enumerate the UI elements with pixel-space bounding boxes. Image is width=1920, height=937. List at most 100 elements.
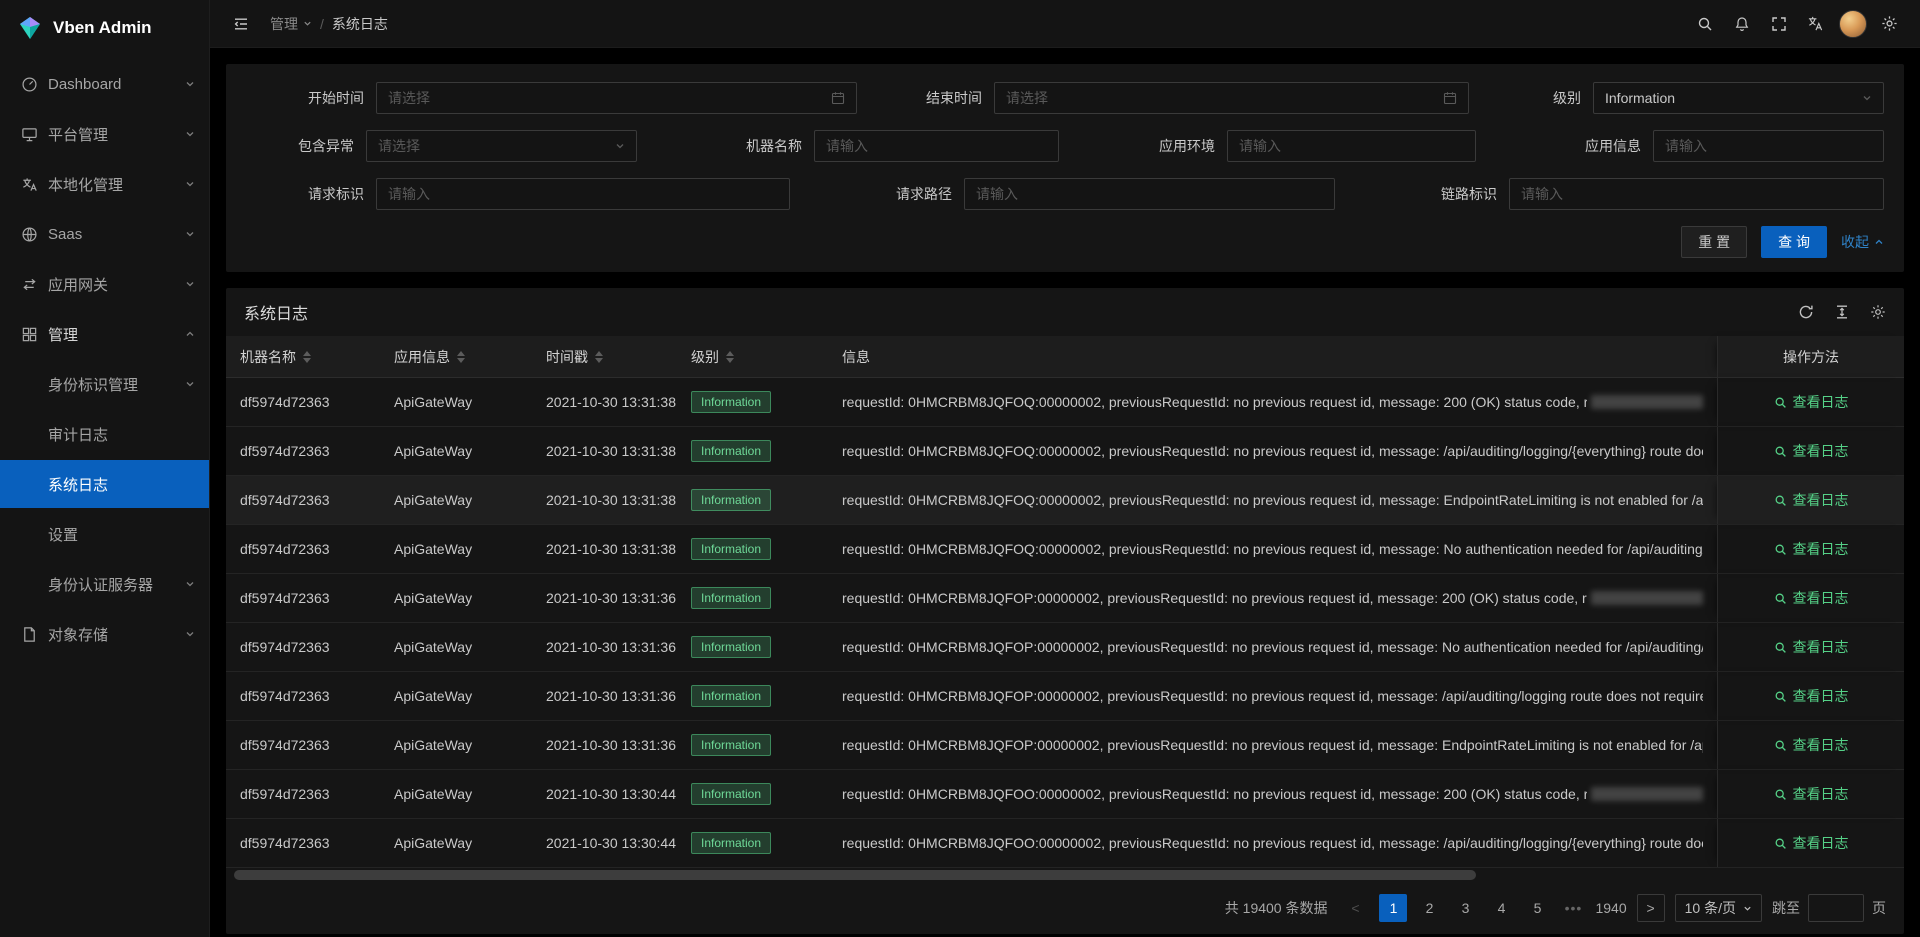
start-time-input[interactable] [388,90,823,106]
next-page-button[interactable]: > [1637,894,1665,922]
page-button[interactable]: 1 [1379,894,1407,922]
start-time-datepicker[interactable] [376,82,857,114]
table-row[interactable]: df5974d72363 ApiGateWay 2021-10-30 13:31… [226,672,1904,721]
level-badge: Information [691,636,771,658]
sort-icon[interactable] [726,351,734,363]
table-row[interactable]: df5974d72363 ApiGateWay 2021-10-30 13:31… [226,721,1904,770]
menu-fold-icon[interactable] [226,0,256,48]
view-log-link[interactable]: 查看日志 [1774,833,1849,853]
magnifier-icon [1774,543,1787,556]
table-row[interactable]: df5974d72363 ApiGateWay 2021-10-30 13:30… [226,819,1904,868]
column-header-machine[interactable]: 机器名称 [226,336,380,377]
view-log-link[interactable]: 查看日志 [1774,490,1849,510]
level-select[interactable]: Information [1593,82,1884,114]
exception-select[interactable]: 请选择 [366,130,637,162]
reset-button[interactable]: 重 置 [1681,226,1747,258]
column-header-app-info[interactable]: 应用信息 [380,336,532,377]
sidebar-subitem-identity-management[interactable]: 身份标识管理 [0,360,209,408]
prev-page-button[interactable]: < [1341,894,1369,922]
table-row[interactable]: df5974d72363 ApiGateWay 2021-10-30 13:31… [226,378,1904,427]
row-height-icon[interactable] [1834,304,1850,320]
filter-field-request-path: 请求路径 [882,178,1335,210]
view-log-link[interactable]: 查看日志 [1774,392,1849,412]
end-time-datepicker[interactable] [994,82,1469,114]
fullscreen-icon[interactable] [1760,0,1797,48]
sidebar-item-label: 系统日志 [48,474,195,495]
column-header-level[interactable]: 级别 [677,336,828,377]
page-button[interactable]: 3 [1451,894,1479,922]
sidebar-item-label: 设置 [48,524,195,545]
end-time-input[interactable] [1006,90,1435,106]
column-header-message: 信息 [828,336,1717,377]
magnifier-icon [1774,494,1787,507]
table-row[interactable]: df5974d72363 ApiGateWay 2021-10-30 13:31… [226,623,1904,672]
sidebar-subitem-settings[interactable]: 设置 [0,510,209,558]
app-info-input[interactable] [1665,138,1872,154]
collapse-label: 收起 [1841,232,1869,252]
localization-icon [20,176,38,193]
view-log-link[interactable]: 查看日志 [1774,784,1849,804]
sidebar-item-app-gateway[interactable]: 应用网关 [0,260,209,308]
machine-name-input[interactable] [826,138,1047,154]
view-log-link[interactable]: 查看日志 [1774,686,1849,706]
search-icon[interactable] [1686,0,1723,48]
cell-app-info: ApiGateWay [380,819,532,867]
table-row[interactable]: df5974d72363 ApiGateWay 2021-10-30 13:31… [226,525,1904,574]
query-button[interactable]: 查 询 [1761,226,1827,258]
translate-icon[interactable] [1797,0,1834,48]
sidebar-item-dashboard[interactable]: Dashboard [0,60,209,108]
jump-page-input[interactable] [1808,894,1864,922]
cell-app-info: ApiGateWay [380,770,532,818]
avatar[interactable] [1834,0,1871,48]
sidebar-item-saas[interactable]: Saas [0,210,209,258]
sidebar-subitem-audit-logs[interactable]: 审计日志 [0,410,209,458]
cell-message: requestId: 0HMCRBM8JQFOP:00000002, previ… [828,623,1717,671]
cell-level: Information [677,525,828,573]
request-id-input[interactable] [388,186,778,202]
magnifier-icon [1774,445,1787,458]
view-log-link[interactable]: 查看日志 [1774,735,1849,755]
notification-bell-icon[interactable] [1723,0,1760,48]
request-path-input[interactable] [976,186,1323,202]
page-size-select[interactable]: 10 条/页 [1675,894,1762,922]
sidebar-item-localization-management[interactable]: 本地化管理 [0,160,209,208]
sidebar-subitem-system-logs[interactable]: 系统日志 [0,460,209,508]
pagination-total: 共 19400 条数据 [1225,898,1328,918]
table-row[interactable]: df5974d72363 ApiGateWay 2021-10-30 13:31… [226,574,1904,623]
collapse-toggle[interactable]: 收起 [1841,232,1884,252]
refresh-icon[interactable] [1798,304,1814,320]
page-button[interactable]: ••• [1559,894,1587,922]
table-row[interactable]: df5974d72363 ApiGateWay 2021-10-30 13:30… [226,770,1904,819]
cell-timestamp: 2021-10-30 13:31:38 [532,427,677,475]
scrollbar-thumb[interactable] [234,870,1476,880]
page-button[interactable]: 2 [1415,894,1443,922]
view-log-link[interactable]: 查看日志 [1774,441,1849,461]
table-row[interactable]: df5974d72363 ApiGateWay 2021-10-30 13:31… [226,476,1904,525]
logo[interactable]: Vben Admin [0,0,209,56]
cell-message: requestId: 0HMCRBM8JQFOO:00000002, previ… [828,770,1717,818]
page-button[interactable]: 4 [1487,894,1515,922]
sidebar-item-label: 本地化管理 [48,174,185,195]
sort-icon[interactable] [457,351,465,363]
view-log-link[interactable]: 查看日志 [1774,588,1849,608]
sort-icon[interactable] [303,351,311,363]
sidebar-item-platform-management[interactable]: 平台管理 [0,110,209,158]
sidebar-item-object-storage[interactable]: 对象存储 [0,610,209,658]
cell-actions: 查看日志 [1717,770,1904,818]
sidebar-item-management[interactable]: 管理 [0,310,209,358]
chevron-down-icon [185,579,195,589]
sort-icon[interactable] [595,351,603,363]
table-row[interactable]: df5974d72363 ApiGateWay 2021-10-30 13:31… [226,427,1904,476]
page-button[interactable]: 1940 [1595,894,1626,922]
page-button[interactable]: 5 [1523,894,1551,922]
view-log-link[interactable]: 查看日志 [1774,637,1849,657]
environment-input[interactable] [1239,138,1464,154]
sidebar-subitem-identity-auth-server[interactable]: 身份认证服务器 [0,560,209,608]
view-log-link[interactable]: 查看日志 [1774,539,1849,559]
column-settings-gear-icon[interactable] [1870,304,1886,320]
trace-id-input[interactable] [1521,186,1872,202]
column-header-timestamp[interactable]: 时间戳 [532,336,677,377]
settings-gear-icon[interactable] [1871,0,1908,48]
breadcrumb-item-management[interactable]: 管理 [270,14,312,34]
breadcrumb-label: 管理 [270,14,298,34]
